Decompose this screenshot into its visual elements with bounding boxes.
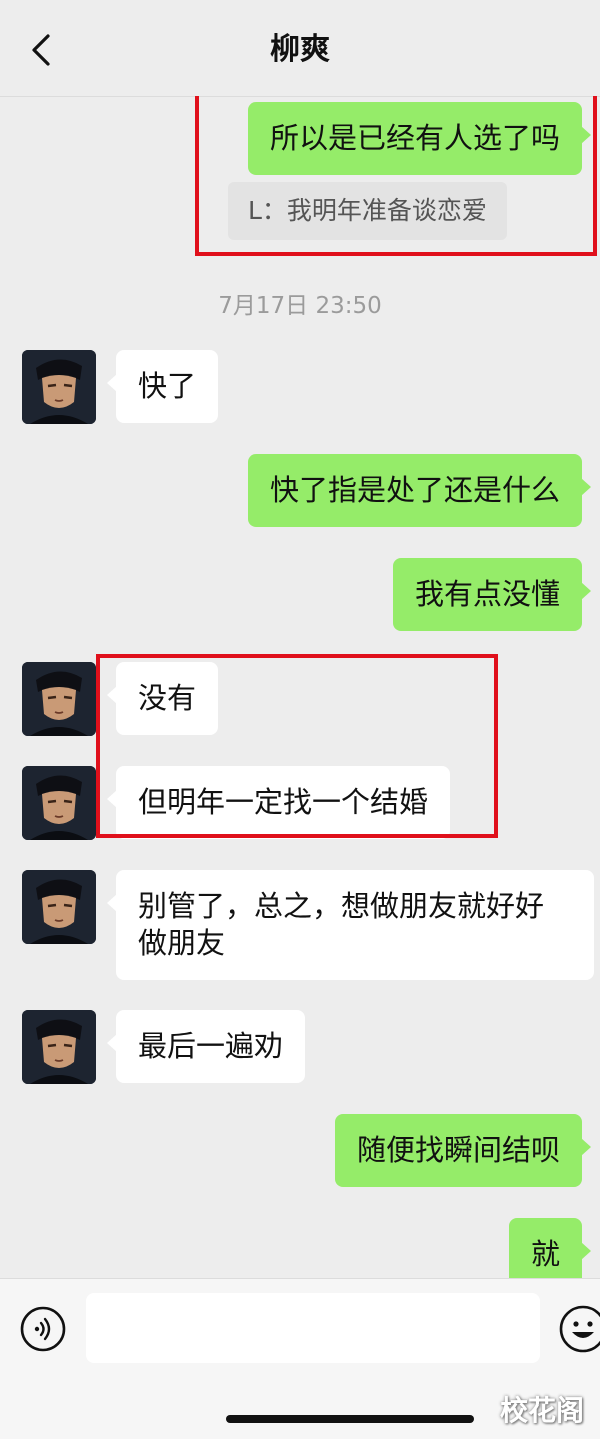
avatar[interactable] bbox=[22, 1010, 96, 1084]
timestamp: 7月17日 23:50 bbox=[218, 293, 382, 319]
message-bubble-sent[interactable]: 我有点没懂 bbox=[392, 558, 592, 631]
voice-icon[interactable] bbox=[20, 1306, 66, 1352]
message-bubble-sent[interactable]: 所以是已经有人选了吗 bbox=[247, 102, 592, 175]
message-bubble-received[interactable]: 但明年一定找一个结婚 bbox=[106, 766, 451, 839]
watermark-text: 校花阁 bbox=[499, 1394, 584, 1427]
message-bubble-sent[interactable]: 随便找瞬间结呗 bbox=[334, 1114, 592, 1187]
avatar-portrait-icon bbox=[22, 662, 96, 736]
message-input[interactable] bbox=[86, 1293, 540, 1363]
home-indicator bbox=[226, 1415, 474, 1423]
avatar-portrait-icon bbox=[22, 1010, 96, 1084]
message-bubble-received[interactable]: 别管了，总之，想做朋友就好好做朋友 bbox=[107, 870, 594, 980]
avatar[interactable] bbox=[22, 766, 96, 840]
emoji-icon[interactable] bbox=[558, 1304, 600, 1354]
message-bubble-received[interactable]: 最后一遍劝 bbox=[106, 1010, 306, 1083]
quoted-message[interactable]: L：我明年准备谈恋爱 bbox=[228, 182, 507, 240]
message-bubble-sent[interactable]: 就 bbox=[508, 1218, 592, 1278]
avatar-portrait-icon bbox=[22, 350, 96, 424]
message-bubble-received[interactable]: 快了 bbox=[106, 350, 219, 423]
avatar[interactable] bbox=[22, 662, 96, 736]
input-bar: 校花阁 bbox=[0, 1278, 600, 1439]
avatar-portrait-icon bbox=[22, 766, 96, 840]
avatar-portrait-icon bbox=[22, 870, 96, 944]
avatar[interactable] bbox=[22, 350, 96, 424]
chat-title: 柳爽 bbox=[270, 32, 330, 67]
message-bubble-sent[interactable]: 快了指是处了还是什么 bbox=[247, 454, 592, 527]
message-bubble-received[interactable]: 没有 bbox=[106, 662, 219, 735]
avatar[interactable] bbox=[22, 870, 96, 944]
chat-header: 柳爽 bbox=[0, 0, 600, 97]
message-list[interactable]: 所以是已经有人选了吗 L：我明年准备谈恋爱 7月17日 23:50 快了 快了指… bbox=[0, 96, 600, 1278]
